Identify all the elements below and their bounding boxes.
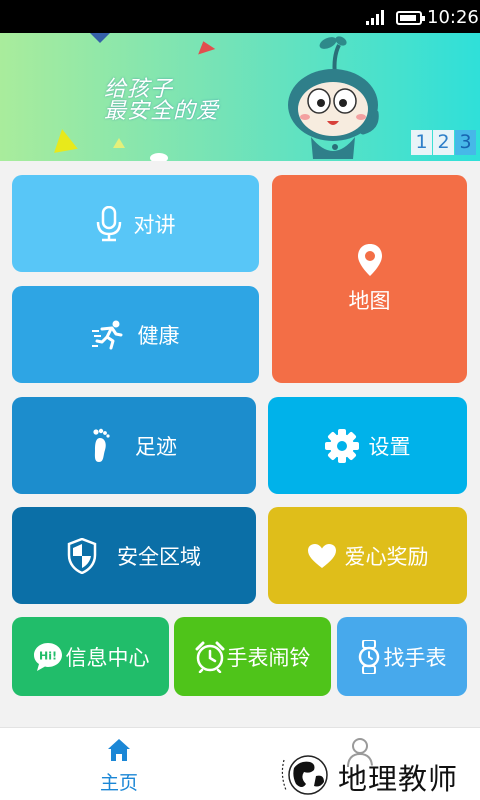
mascot-illustration — [288, 36, 379, 159]
nav-home[interactable]: 主页 — [88, 728, 150, 800]
banner-slogan-line2: 最安全的爱 — [104, 99, 220, 124]
heart-icon — [307, 543, 337, 569]
hi-chat-bubble-icon: Hi! — [32, 641, 64, 673]
safezone-tile[interactable]: 安全区域 — [12, 507, 256, 604]
decorative-blob — [150, 153, 168, 161]
banner-carousel[interactable]: 给孩子 最安全的爱 1 2 3 — [0, 33, 480, 161]
nav-home-label: 主页 — [99, 772, 138, 794]
decorative-triangle — [90, 33, 110, 43]
microphone-icon — [96, 205, 122, 242]
watch-alarm-tile[interactable]: 手表闹铃 — [174, 617, 331, 696]
find-watch-label: 找手表 — [383, 645, 447, 670]
footprint-tile[interactable]: 足迹 — [12, 397, 256, 494]
status-bar: 10:26 — [0, 0, 480, 33]
svg-text:Hi!: Hi! — [39, 649, 57, 662]
gear-icon — [324, 428, 359, 463]
pager-dot-1[interactable]: 1 — [411, 130, 432, 155]
battery-icon — [396, 11, 425, 25]
decorative-triangle — [194, 38, 216, 55]
banner-slogan-line1: 给孩子 — [104, 77, 174, 102]
watch-icon — [358, 639, 380, 674]
footprint-label: 足迹 — [135, 434, 177, 459]
map-tile[interactable]: 地图 — [272, 175, 467, 383]
reward-tile[interactable]: 爱心奖励 — [268, 507, 467, 604]
pager-dot-3[interactable]: 3 — [455, 130, 476, 155]
decorative-triangle — [113, 138, 125, 148]
alarm-clock-icon — [195, 641, 225, 673]
health-tile[interactable]: 健康 — [12, 286, 259, 383]
banner-pager: 1 2 3 — [410, 130, 476, 155]
location-pin-icon — [357, 243, 383, 277]
reward-label: 爱心奖励 — [344, 544, 429, 569]
globe-logo-icon — [281, 755, 328, 795]
status-time: 10:26 — [427, 7, 479, 28]
info-center-label: 信息中心 — [65, 645, 150, 670]
find-watch-tile[interactable]: 找手表 — [337, 617, 467, 696]
banner-slogan: 给孩子 最安全的爱 — [104, 79, 219, 123]
intercom-tile[interactable]: 对讲 — [12, 175, 259, 272]
footprint-icon — [91, 428, 111, 464]
pager-dot-2[interactable]: 2 — [433, 130, 454, 155]
health-label: 健康 — [137, 323, 180, 348]
home-icon — [108, 739, 130, 761]
signal-icon — [366, 10, 384, 25]
watch-alarm-label: 手表闹铃 — [226, 645, 311, 670]
map-label: 地图 — [348, 289, 391, 313]
watermark-text: 地理教师 — [338, 762, 459, 796]
watermark: 地理教师 — [280, 748, 480, 800]
settings-tile[interactable]: 设置 — [268, 397, 467, 494]
running-man-icon — [91, 320, 124, 350]
info-center-tile[interactable]: Hi! 信息中心 — [12, 617, 169, 696]
settings-label: 设置 — [368, 434, 411, 459]
shield-icon — [67, 537, 97, 574]
intercom-label: 对讲 — [133, 212, 176, 237]
safezone-label: 安全区域 — [117, 544, 201, 569]
decorative-triangle — [50, 127, 78, 153]
